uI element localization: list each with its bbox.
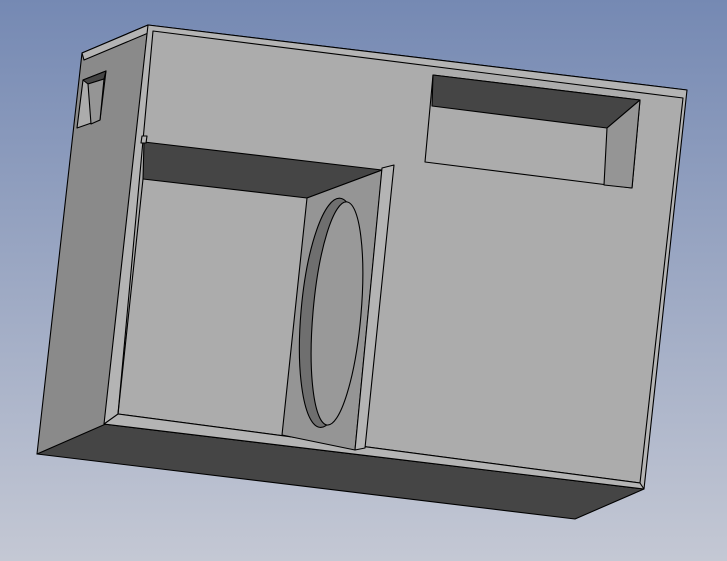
cad-model-render [0, 0, 727, 561]
shelf-notch [140, 135, 148, 144]
enclosure-box [36, 24, 688, 520]
cad-viewport[interactable] [0, 0, 727, 561]
